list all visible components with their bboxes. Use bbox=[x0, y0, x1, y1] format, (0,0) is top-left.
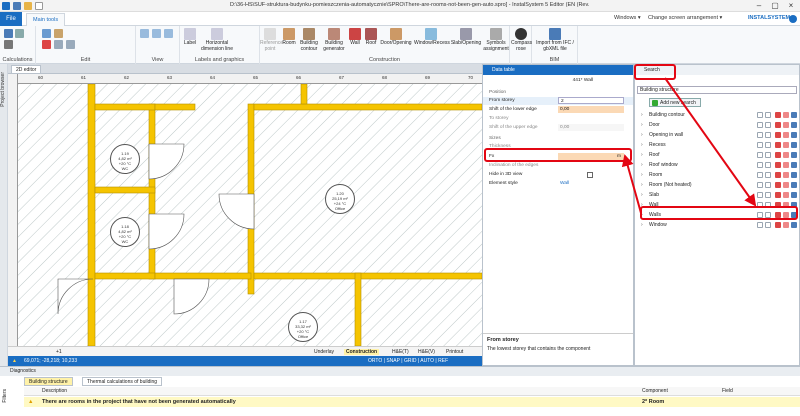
annotation-arrows bbox=[621, 77, 757, 214]
